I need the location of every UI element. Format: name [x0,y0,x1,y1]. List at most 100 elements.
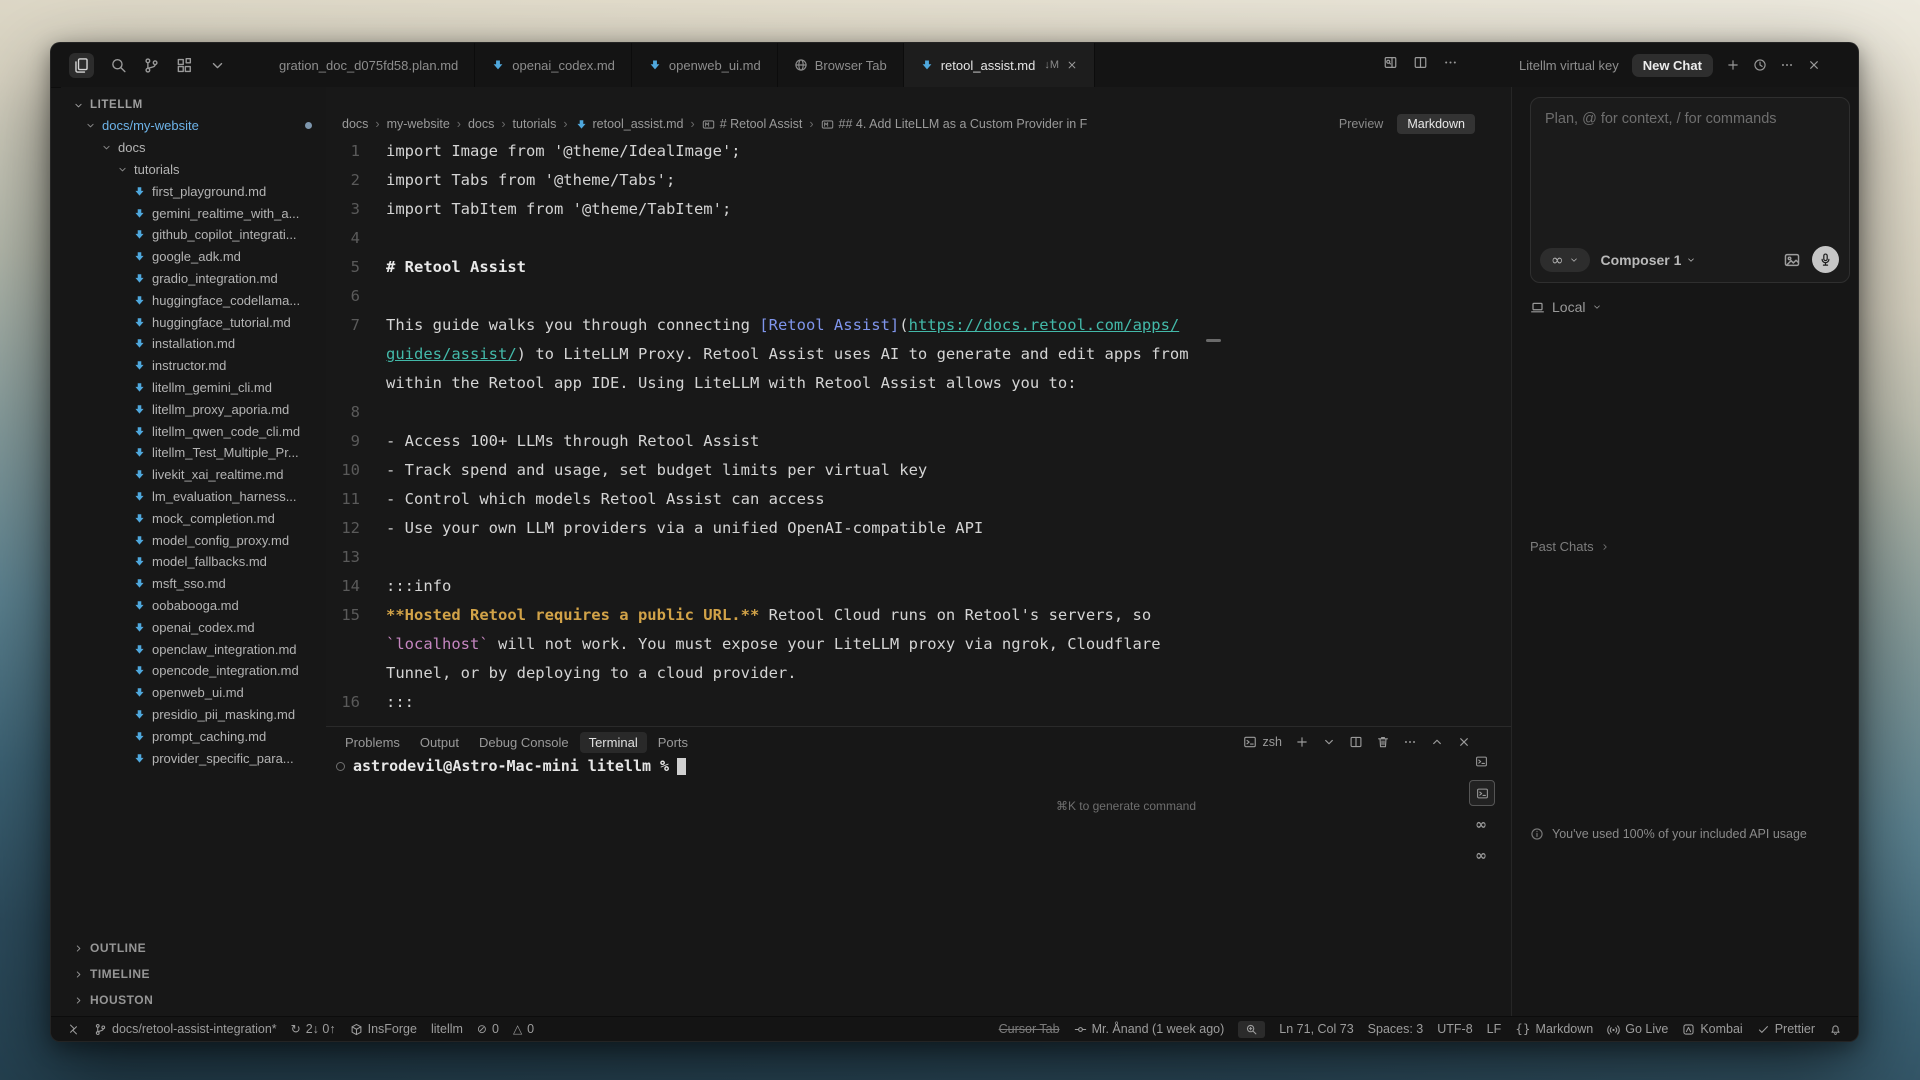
status-prettier[interactable]: Prettier [1757,1022,1815,1036]
status-warnings[interactable]: △0 [513,1022,534,1036]
activity-chevron-down-button[interactable] [209,57,226,74]
panel-chevron-up-button[interactable] [1430,735,1444,749]
tree-item-presidio-pii-masking-md[interactable]: presidio_pii_masking.md [61,704,326,726]
tree-item-msft-sso-md[interactable]: msft_sso.md [61,573,326,595]
status-go-live[interactable]: Go Live [1607,1022,1668,1036]
tree-item-opencode-integration-md[interactable]: opencode_integration.md [61,660,326,682]
terminal-shell-label[interactable]: zsh [1243,735,1282,749]
split-button[interactable] [1413,55,1428,75]
status-litellm[interactable]: litellm [431,1022,463,1036]
past-chats[interactable]: Past Chats [1530,539,1610,554]
status-errors[interactable]: ⊘0 [477,1022,499,1036]
status-remote-indicator[interactable] [67,1023,80,1036]
panel-ellipsis-button[interactable] [1403,735,1417,749]
local-mode-selector[interactable]: Local [1530,299,1602,315]
tree-item-google-adk-md[interactable]: google_adk.md [61,246,326,268]
split-search-button[interactable] [1383,55,1398,75]
chat-plus-button[interactable] [1726,58,1740,72]
status-eol[interactable]: LF [1487,1022,1502,1036]
tree-item-installation-md[interactable]: installation.md [61,333,326,355]
panel-split-button[interactable] [1349,735,1363,749]
sidebar-section-outline[interactable]: OUTLINE [61,935,326,961]
status-notifications[interactable] [1829,1023,1842,1036]
attach-image-button[interactable] [1783,251,1801,269]
breadcrumb-docs[interactable]: docs [342,117,368,131]
tree-item-lm-evaluation-harness[interactable]: lm_evaluation_harness... [61,486,326,508]
panel-close-button[interactable] [1457,735,1471,749]
tree-item-openweb-ui-md[interactable]: openweb_ui.md [61,682,326,704]
tree-item-provider-specific-para[interactable]: provider_specific_para... [61,747,326,769]
sidebar-section-timeline[interactable]: TIMELINE [61,961,326,987]
chat-input-box[interactable]: Plan, @ for context, / for commands ∞ Co… [1530,97,1850,283]
markdown-mode-button[interactable]: Markdown [1397,114,1475,134]
chat-clock-button[interactable] [1753,58,1767,72]
sidebar-section-houston[interactable]: HOUSTON [61,987,326,1013]
panel-chevron-down-button[interactable] [1322,735,1336,749]
tree-item-github-copilot-integrati[interactable]: github_copilot_integrati... [61,224,326,246]
tree-item-model-fallbacks-md[interactable]: model_fallbacks.md [61,551,326,573]
status-git-blame[interactable]: Mr. Ånand (1 week ago) [1074,1022,1225,1036]
tab-gration-doc-d075fd58-plan-md[interactable]: gration_doc_d075fd58.plan.md [263,43,475,87]
preview-button[interactable]: Preview [1339,117,1383,131]
code-editor[interactable]: 1import Image from '@theme/IdealImage';2… [326,133,1511,733]
panel-tab-output[interactable]: Output [411,732,468,753]
breadcrumb-tutorials[interactable]: tutorials [513,117,557,131]
tree-item-litellm-gemini-cli-md[interactable]: litellm_gemini_cli.md [61,377,326,399]
tree-item-litellm-qwen-code-cli-md[interactable]: litellm_qwen_code_cli.md [61,420,326,442]
panel-trash-button[interactable] [1376,735,1390,749]
activity-branch-button[interactable] [143,57,160,74]
panel-tab-debug-console[interactable]: Debug Console [470,732,578,753]
new-chat-button[interactable]: New Chat [1632,54,1713,77]
panel-plus-button[interactable] [1295,735,1309,749]
status-insforge[interactable]: InsForge [350,1022,417,1036]
status-indentation[interactable]: Spaces: 3 [1368,1022,1424,1036]
tab-openai-codex-md[interactable]: openai_codex.md [475,43,632,87]
activity-extensions-button[interactable] [176,57,193,74]
tab-browser-tab[interactable]: Browser Tab [778,43,904,87]
terminal-instance-2[interactable] [1469,780,1495,806]
breadcrumb-my-website[interactable]: my-website [387,117,450,131]
tree-item-livekit-xai-realtime-md[interactable]: livekit_xai_realtime.md [61,464,326,486]
tree-item-instructor-md[interactable]: instructor.md [61,355,326,377]
terminal-instance-4[interactable]: ∞ [1469,844,1493,868]
tree-item-openclaw-integration-md[interactable]: openclaw_integration.md [61,638,326,660]
panel-tab-problems[interactable]: Problems [336,732,409,753]
microphone-button[interactable] [1812,246,1839,273]
breadcrumb-retool-assist[interactable]: # Retool Assist [702,117,803,131]
composer-selector[interactable]: Composer 1 [1601,252,1697,268]
tree-item-litellm-test-multiple-pr[interactable]: litellm_Test_Multiple_Pr... [61,442,326,464]
panel-tab-terminal[interactable]: Terminal [580,732,647,753]
terminal-instance-3[interactable]: ∞ [1469,813,1493,837]
status-encoding[interactable]: UTF-8 [1437,1022,1472,1036]
terminal-instance-1[interactable] [1469,749,1493,773]
tree-item-docs-my-website[interactable]: docs/my-website [61,115,326,137]
project-root-row[interactable]: LITELLM [61,93,326,117]
panel-tab-ports[interactable]: Ports [649,732,697,753]
tab-openweb-ui-md[interactable]: openweb_ui.md [632,43,778,87]
tree-item-first-playground-md[interactable]: first_playground.md [61,180,326,202]
tree-item-model-config-proxy-md[interactable]: model_config_proxy.md [61,529,326,551]
status-cursor-position[interactable]: Ln 71, Col 73 [1279,1022,1353,1036]
status-cursor-tab[interactable]: Cursor Tab [999,1022,1060,1036]
tree-item-tutorials[interactable]: tutorials [61,159,326,181]
tree-item-gradio-integration-md[interactable]: gradio_integration.md [61,268,326,290]
tab-retool-assist-md[interactable]: retool_assist.md↓M [904,43,1095,87]
breadcrumb-docs[interactable]: docs [468,117,494,131]
status-git-sync[interactable]: ↻2↓ 0↑ [291,1022,336,1036]
tree-item-litellm-proxy-aporia-md[interactable]: litellm_proxy_aporia.md [61,398,326,420]
tree-item-huggingface-codellama[interactable]: huggingface_codellama... [61,289,326,311]
chat-panel-title[interactable]: Litellm virtual key [1519,58,1619,73]
tree-item-mock-completion-md[interactable]: mock_completion.md [61,507,326,529]
status-language-mode[interactable]: {}Markdown [1515,1022,1593,1036]
tree-item-openai-codex-md[interactable]: openai_codex.md [61,616,326,638]
chat-ellipsis-button[interactable] [1780,58,1794,72]
tree-item-prompt-caching-md[interactable]: prompt_caching.md [61,725,326,747]
model-selector[interactable]: ∞ [1540,248,1590,272]
tree-item-huggingface-tutorial-md[interactable]: huggingface_tutorial.md [61,311,326,333]
breadcrumb-retool-assist-md[interactable]: retool_assist.md [575,117,684,131]
chat-close-button[interactable] [1807,58,1821,72]
ellipsis-button[interactable] [1443,55,1458,75]
breadcrumb-4-add-litellm-as-a-custom-provider-in-f[interactable]: ## 4. Add LiteLLM as a Custom Provider i… [821,117,1088,131]
activity-search-button[interactable] [110,57,127,74]
tree-item-docs[interactable]: docs [61,137,326,159]
